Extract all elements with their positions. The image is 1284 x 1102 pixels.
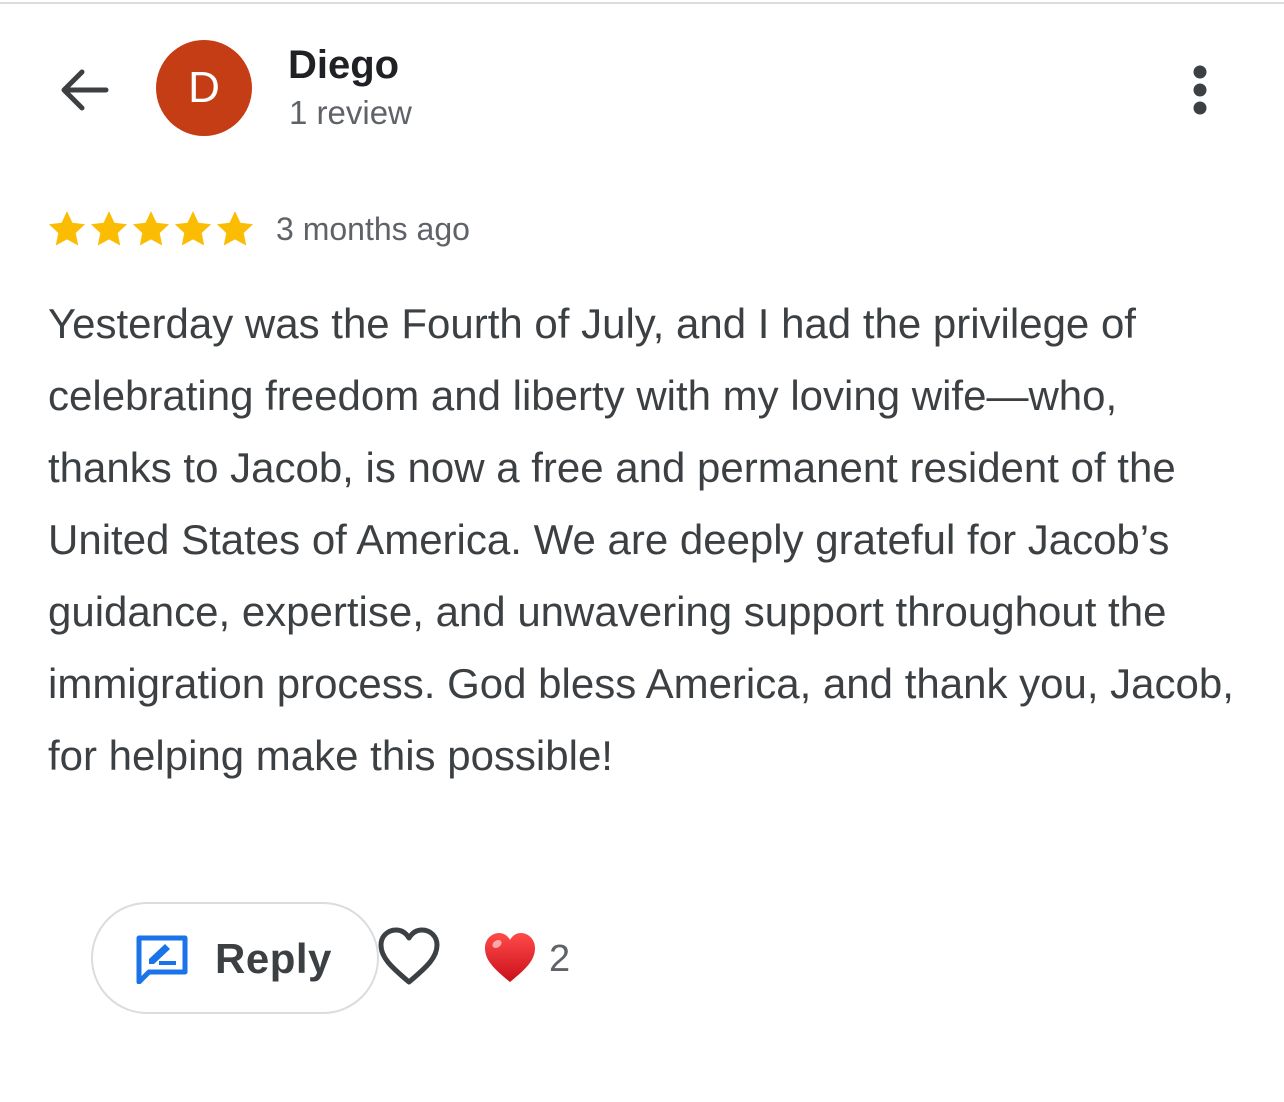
star-rating xyxy=(46,208,256,250)
review-time: 3 months ago xyxy=(276,211,470,247)
star-icon xyxy=(132,211,170,246)
review-text: Yesterday was the Fourth of July, and I … xyxy=(48,300,1234,779)
top-divider xyxy=(0,2,1284,4)
like-button[interactable] xyxy=(376,926,442,988)
back-button[interactable] xyxy=(56,62,112,118)
avatar[interactable]: D xyxy=(156,40,252,136)
arrow-back-icon xyxy=(61,69,109,111)
reviewer-name[interactable]: Diego xyxy=(288,40,399,90)
reaction-count: 2 xyxy=(549,938,571,980)
star-icon xyxy=(216,211,254,246)
rate-review-icon xyxy=(136,935,188,984)
star-icon xyxy=(48,211,86,246)
review-count: 1 review xyxy=(289,94,412,131)
more-vert-icon xyxy=(1193,65,1207,115)
star-icon xyxy=(90,211,128,246)
heart-reaction[interactable] xyxy=(482,930,538,986)
more-options-button[interactable] xyxy=(1176,58,1224,122)
red-heart-icon xyxy=(485,933,535,982)
reply-button[interactable]: Reply xyxy=(91,902,379,1014)
avatar-letter: D xyxy=(188,63,220,112)
heart-outline-icon xyxy=(378,927,440,985)
star-icon xyxy=(174,211,212,246)
reply-label: Reply xyxy=(215,935,332,982)
